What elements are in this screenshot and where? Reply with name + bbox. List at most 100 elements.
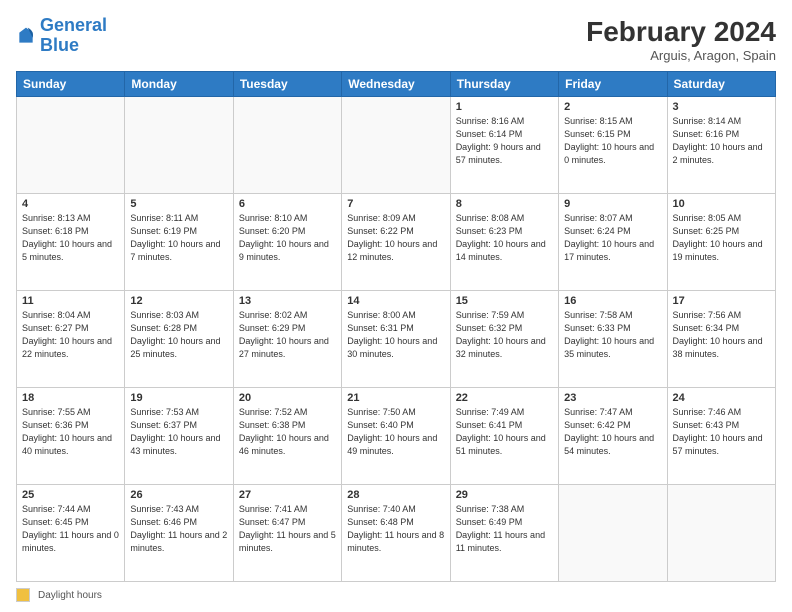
day-number: 8	[456, 198, 553, 210]
table-row: 22 Sunrise: 7:49 AMSunset: 6:41 PMDayligh…	[450, 388, 558, 485]
day-info: Sunrise: 8:14 AMSunset: 6:16 PMDaylight:…	[673, 115, 770, 167]
table-row	[125, 97, 233, 194]
day-info: Sunrise: 8:08 AMSunset: 6:23 PMDaylight:…	[456, 212, 553, 264]
day-info: Sunrise: 7:50 AMSunset: 6:40 PMDaylight:…	[347, 406, 444, 458]
day-number: 15	[456, 295, 553, 307]
day-number: 24	[673, 392, 770, 404]
day-number: 6	[239, 198, 336, 210]
table-row	[17, 97, 125, 194]
table-row: 29 Sunrise: 7:38 AMSunset: 6:49 PMDayligh…	[450, 485, 558, 582]
day-info: Sunrise: 8:15 AMSunset: 6:15 PMDaylight:…	[564, 115, 661, 167]
logo-general: General	[40, 15, 107, 35]
day-number: 29	[456, 489, 553, 501]
day-number: 23	[564, 392, 661, 404]
day-number: 21	[347, 392, 444, 404]
day-number: 12	[130, 295, 227, 307]
day-info: Sunrise: 8:00 AMSunset: 6:31 PMDaylight:…	[347, 309, 444, 361]
day-info: Sunrise: 8:10 AMSunset: 6:20 PMDaylight:…	[239, 212, 336, 264]
calendar-week-row: 4 Sunrise: 8:13 AMSunset: 6:18 PMDaylight…	[17, 194, 776, 291]
calendar-week-row: 18 Sunrise: 7:55 AMSunset: 6:36 PMDayligh…	[17, 388, 776, 485]
table-row: 10 Sunrise: 8:05 AMSunset: 6:25 PMDayligh…	[667, 194, 775, 291]
table-row: 16Sunrise: 7:58 AMSunset: 6:33 PMDayligh…	[559, 291, 667, 388]
day-number: 28	[347, 489, 444, 501]
logo-text: General Blue	[40, 16, 107, 56]
col-friday: Friday	[559, 72, 667, 97]
table-row	[233, 97, 341, 194]
calendar-week-row: 25Sunrise: 7:44 AMSunset: 6:45 PMDayligh…	[17, 485, 776, 582]
day-info: Sunrise: 7:52 AMSunset: 6:38 PMDaylight:…	[239, 406, 336, 458]
table-row: 28Sunrise: 7:40 AMSunset: 6:48 PMDayligh…	[342, 485, 450, 582]
day-info: Sunrise: 7:59 AMSunset: 6:32 PMDaylight:…	[456, 309, 553, 361]
day-info: Sunrise: 7:46 AMSunset: 6:43 PMDaylight:…	[673, 406, 770, 458]
day-number: 22	[456, 392, 553, 404]
table-row: 5 Sunrise: 8:11 AMSunset: 6:19 PMDaylight…	[125, 194, 233, 291]
table-row: 13 Sunrise: 8:02 AMSunset: 6:29 PMDayligh…	[233, 291, 341, 388]
day-info: Sunrise: 8:04 AMSunset: 6:27 PMDaylight:…	[22, 309, 119, 361]
table-row: 15 Sunrise: 7:59 AMSunset: 6:32 PMDayligh…	[450, 291, 558, 388]
day-info: Sunrise: 8:13 AMSunset: 6:18 PMDaylight:…	[22, 212, 119, 264]
day-number: 9	[564, 198, 661, 210]
table-row	[342, 97, 450, 194]
day-number: 13	[239, 295, 336, 307]
day-info: Sunrise: 7:43 AMSunset: 6:46 PMDaylight:…	[130, 503, 227, 555]
day-number: 16	[564, 295, 661, 307]
location: Arguis, Aragon, Spain	[586, 48, 776, 63]
month-year: February 2024	[586, 16, 776, 48]
table-row: 20Sunrise: 7:52 AMSunset: 6:38 PMDayligh…	[233, 388, 341, 485]
table-row: 14Sunrise: 8:00 AMSunset: 6:31 PMDayligh…	[342, 291, 450, 388]
col-wednesday: Wednesday	[342, 72, 450, 97]
header: General Blue February 2024 Arguis, Arago…	[16, 16, 776, 63]
table-row: 19 Sunrise: 7:53 AMSunset: 6:37 PMDayligh…	[125, 388, 233, 485]
table-row: 27 Sunrise: 7:41 AMSunset: 6:47 PMDayligh…	[233, 485, 341, 582]
calendar-week-row: 1 Sunrise: 8:16 AMSunset: 6:14 PMDaylight…	[17, 97, 776, 194]
day-info: Sunrise: 7:53 AMSunset: 6:37 PMDaylight:…	[130, 406, 227, 458]
col-thursday: Thursday	[450, 72, 558, 97]
day-info: Sunrise: 8:05 AMSunset: 6:25 PMDaylight:…	[673, 212, 770, 264]
day-number: 5	[130, 198, 227, 210]
table-row: 4 Sunrise: 8:13 AMSunset: 6:18 PMDaylight…	[17, 194, 125, 291]
day-info: Sunrise: 7:56 AMSunset: 6:34 PMDaylight:…	[673, 309, 770, 361]
day-info: Sunrise: 7:47 AMSunset: 6:42 PMDaylight:…	[564, 406, 661, 458]
day-number: 3	[673, 101, 770, 113]
col-sunday: Sunday	[17, 72, 125, 97]
col-tuesday: Tuesday	[233, 72, 341, 97]
day-info: Sunrise: 8:02 AMSunset: 6:29 PMDaylight:…	[239, 309, 336, 361]
logo-icon	[16, 26, 36, 46]
day-number: 17	[673, 295, 770, 307]
day-number: 11	[22, 295, 119, 307]
table-row	[559, 485, 667, 582]
day-info: Sunrise: 7:55 AMSunset: 6:36 PMDaylight:…	[22, 406, 119, 458]
day-info: Sunrise: 7:38 AMSunset: 6:49 PMDaylight:…	[456, 503, 553, 555]
table-row: 18 Sunrise: 7:55 AMSunset: 6:36 PMDayligh…	[17, 388, 125, 485]
day-number: 19	[130, 392, 227, 404]
day-info: Sunrise: 7:41 AMSunset: 6:47 PMDaylight:…	[239, 503, 336, 555]
day-number: 1	[456, 101, 553, 113]
table-row: 23 Sunrise: 7:47 AMSunset: 6:42 PMDayligh…	[559, 388, 667, 485]
day-number: 27	[239, 489, 336, 501]
page: General Blue February 2024 Arguis, Arago…	[0, 0, 792, 612]
daylight-legend-box	[16, 588, 30, 602]
day-number: 10	[673, 198, 770, 210]
table-row: 25Sunrise: 7:44 AMSunset: 6:45 PMDayligh…	[17, 485, 125, 582]
day-number: 2	[564, 101, 661, 113]
col-saturday: Saturday	[667, 72, 775, 97]
daylight-legend-label: Daylight hours	[38, 590, 102, 601]
calendar-week-row: 11 Sunrise: 8:04 AMSunset: 6:27 PMDayligh…	[17, 291, 776, 388]
table-row	[667, 485, 775, 582]
day-info: Sunrise: 8:03 AMSunset: 6:28 PMDaylight:…	[130, 309, 227, 361]
day-info: Sunrise: 8:07 AMSunset: 6:24 PMDaylight:…	[564, 212, 661, 264]
logo-blue: Blue	[40, 35, 79, 55]
day-number: 18	[22, 392, 119, 404]
day-info: Sunrise: 8:11 AMSunset: 6:19 PMDaylight:…	[130, 212, 227, 264]
day-info: Sunrise: 8:16 AMSunset: 6:14 PMDaylight:…	[456, 115, 553, 167]
day-info: Sunrise: 7:49 AMSunset: 6:41 PMDaylight:…	[456, 406, 553, 458]
table-row: 1 Sunrise: 8:16 AMSunset: 6:14 PMDaylight…	[450, 97, 558, 194]
day-number: 7	[347, 198, 444, 210]
footer: Daylight hours	[16, 588, 776, 602]
table-row: 8 Sunrise: 8:08 AMSunset: 6:23 PMDaylight…	[450, 194, 558, 291]
day-number: 26	[130, 489, 227, 501]
day-number: 4	[22, 198, 119, 210]
day-number: 25	[22, 489, 119, 501]
table-row: 17 Sunrise: 7:56 AMSunset: 6:34 PMDayligh…	[667, 291, 775, 388]
table-row: 21 Sunrise: 7:50 AMSunset: 6:40 PMDayligh…	[342, 388, 450, 485]
